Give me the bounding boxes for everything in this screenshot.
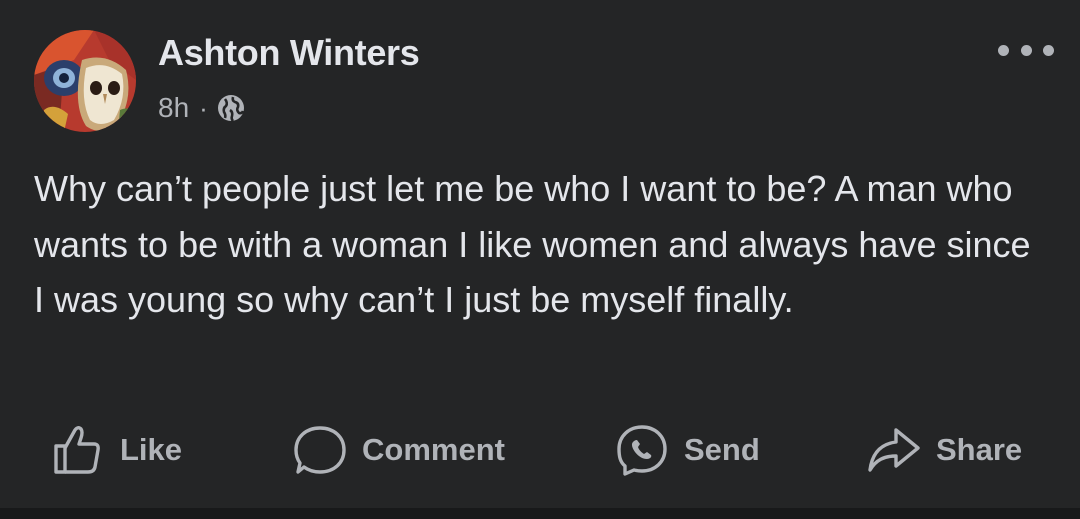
more-options-icon[interactable]: [998, 36, 1054, 64]
post-timestamp[interactable]: 8h: [158, 92, 189, 124]
post-action-bar: Like Comment Send Share: [0, 418, 1080, 482]
meta-separator: ·: [199, 92, 208, 123]
messenger-icon: [617, 425, 667, 476]
feed-divider: [0, 508, 1080, 519]
comment-bubble-icon: [294, 426, 346, 474]
thumbs-up-icon: [54, 426, 100, 474]
more-dot: [1020, 44, 1032, 56]
comment-button[interactable]: Comment: [292, 418, 505, 482]
share-label: Share: [936, 432, 1023, 467]
comment-label: Comment: [362, 432, 505, 467]
avatar[interactable]: [34, 30, 136, 132]
post-card: Ashton Winters 8h · Why can’t people jus…: [0, 0, 1080, 508]
post-text: Why can’t people just let me be who I wa…: [34, 168, 1031, 320]
like-label: Like: [120, 432, 183, 467]
send-label: Send: [684, 432, 760, 467]
globe-icon: [216, 93, 246, 123]
author-name[interactable]: Ashton Winters: [158, 32, 420, 74]
share-arrow-icon: [868, 428, 920, 472]
more-dot: [998, 44, 1009, 56]
more-dot: [1043, 44, 1054, 56]
like-button[interactable]: Like: [50, 418, 182, 482]
post-meta: 8h ·: [158, 88, 246, 128]
send-button[interactable]: Send: [614, 418, 760, 482]
share-button[interactable]: Share: [866, 418, 1022, 482]
avatar-owl-painting: [34, 30, 136, 132]
